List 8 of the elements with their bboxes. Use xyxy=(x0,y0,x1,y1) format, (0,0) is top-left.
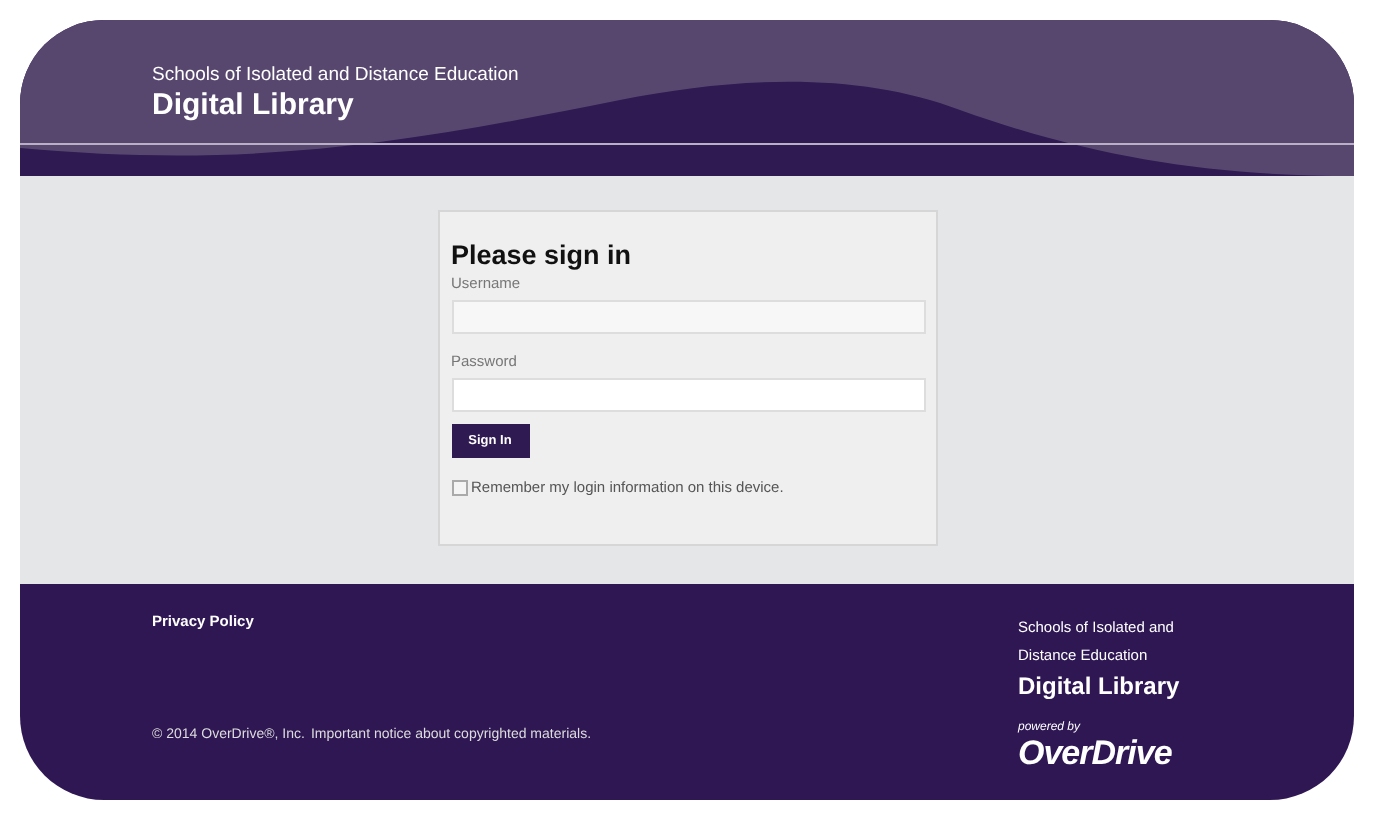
brand-logo: OverDrive xyxy=(1018,736,1174,772)
username-field[interactable] xyxy=(451,300,925,334)
password-field[interactable] xyxy=(451,378,925,412)
sign-in-heading: Please sign in xyxy=(451,240,634,272)
header-subtitle: Schools of Isolated and Distance Education xyxy=(152,64,519,88)
library-title: Digital Library xyxy=(1018,670,1182,702)
remember-checkbox[interactable] xyxy=(451,479,467,496)
header-title: Digital Library xyxy=(152,88,356,124)
